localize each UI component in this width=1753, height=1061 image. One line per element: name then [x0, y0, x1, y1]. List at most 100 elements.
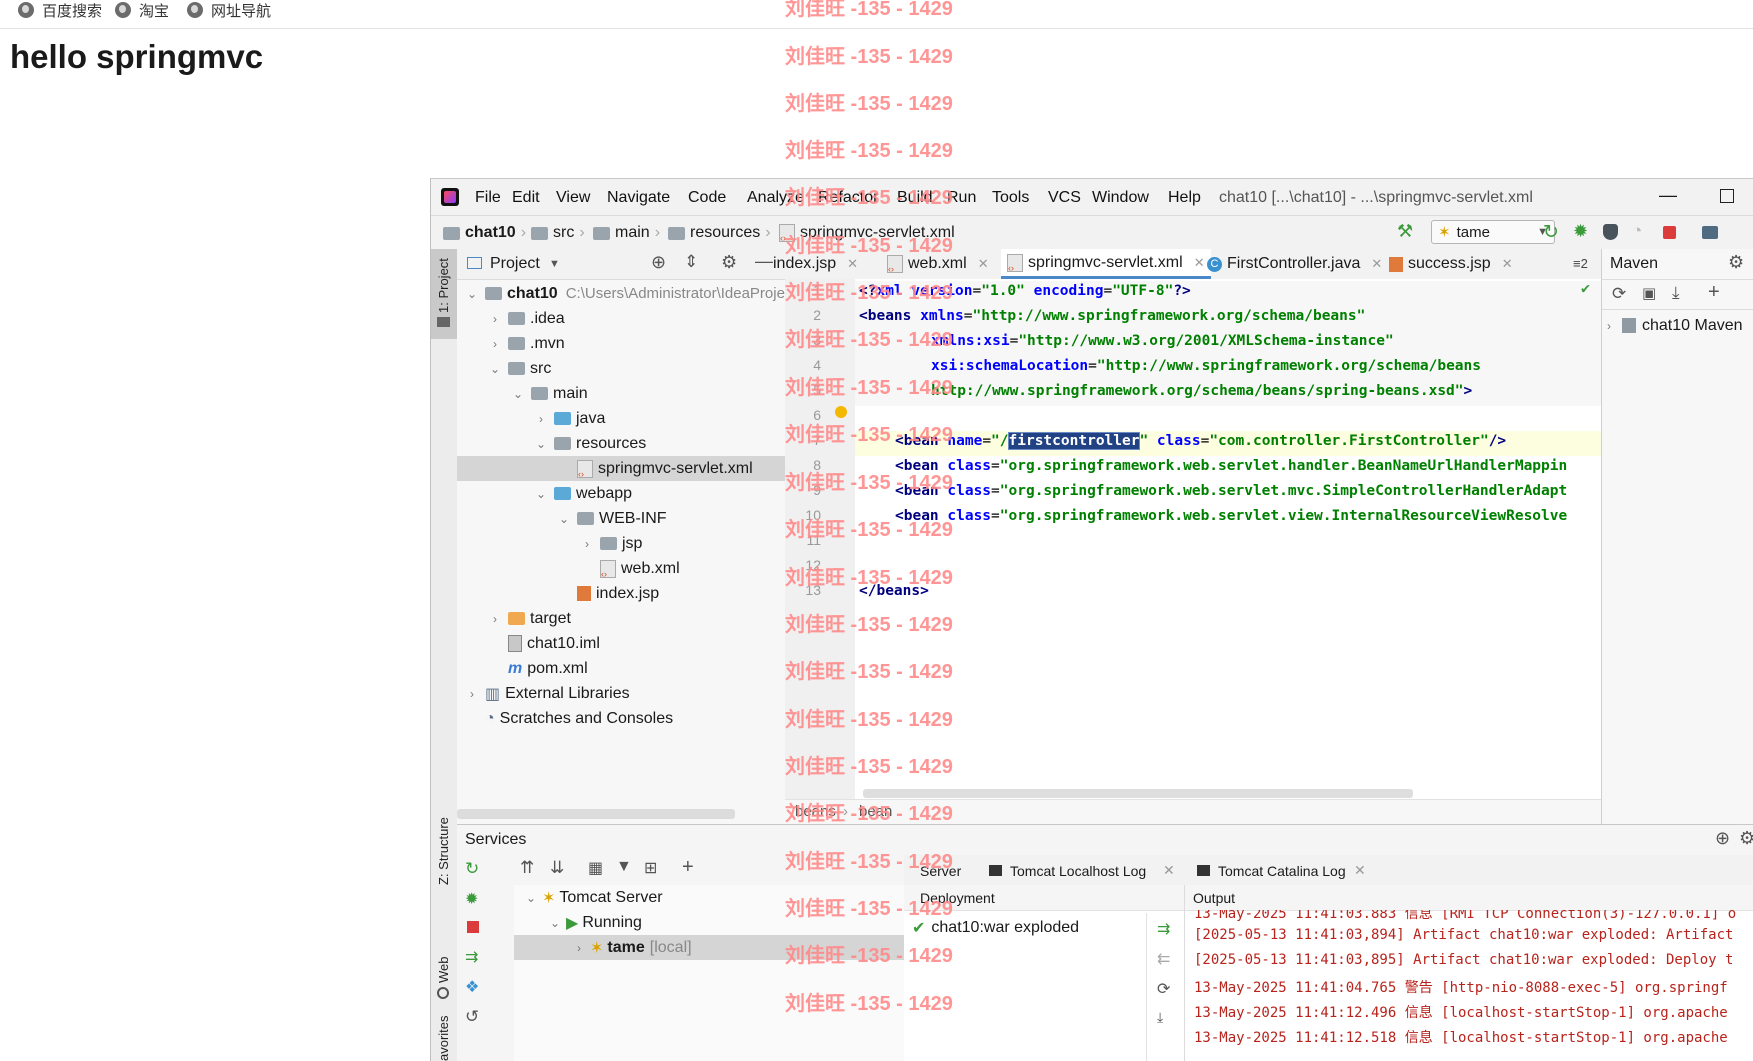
menu-help[interactable]: Help — [1168, 189, 1201, 207]
breadcrumb-main[interactable]: main › — [593, 224, 660, 242]
close-icon[interactable]: ✕ — [1502, 256, 1513, 272]
output-log[interactable]: 13-May-2025 11:41:03.883 信息 [RMI TCP Con… — [904, 910, 1753, 1061]
tree-item[interactable]: m pom.xml — [457, 656, 785, 681]
menu-view[interactable]: View — [556, 189, 590, 207]
tree-item[interactable]: ⌄ main — [457, 381, 785, 406]
add-icon[interactable]: + — [682, 856, 694, 879]
chevron-down-icon[interactable]: ⌄ — [488, 362, 502, 376]
artifact-icon[interactable]: ❖ — [465, 977, 481, 996]
tab-localhost-log[interactable]: Tomcat Localhost Log — [1010, 863, 1146, 879]
coverage-icon[interactable] — [1603, 224, 1618, 240]
chevron-right-icon[interactable]: › — [488, 337, 502, 351]
tab-firstcontroller-java[interactable]: C FirstController.java ✕ — [1201, 249, 1388, 279]
code-editor[interactable]: <?xml version="1.0" encoding="UTF-8"?> <… — [855, 279, 1601, 824]
menu-navigate[interactable]: Navigate — [607, 189, 670, 207]
debug-icon[interactable]: ✹ — [1573, 221, 1591, 241]
tree-item[interactable]: ⌄ WEB-INF — [457, 506, 785, 531]
chevron-down-icon[interactable]: ⌄ — [557, 512, 571, 526]
tree-item[interactable]: springmvc-servlet.xml — [457, 456, 785, 481]
tree-item[interactable]: › ▥ External Libraries — [457, 681, 785, 706]
menu-file[interactable]: File — [475, 189, 501, 207]
tree-item[interactable]: ⌄ webapp — [457, 481, 785, 506]
chevron-right-icon[interactable]: › — [465, 687, 479, 701]
collapse-all-icon[interactable]: ⇕ — [684, 252, 698, 272]
chevron-down-icon[interactable]: ⌄ — [534, 437, 548, 451]
bookmark-item[interactable]: 淘宝 — [115, 0, 169, 20]
menu-window[interactable]: Window — [1092, 189, 1149, 207]
group-icon[interactable]: ▦ — [588, 858, 603, 878]
tab-springmvc-servlet-xml[interactable]: springmvc-servlet.xml ✕ — [1001, 249, 1211, 279]
bookmark-item[interactable]: 网址导航 — [187, 0, 271, 20]
chevron-down-icon[interactable]: ⌄ — [465, 287, 479, 301]
tree-item[interactable]: › jsp — [457, 531, 785, 556]
structure-tool-label[interactable]: Z: Structure — [436, 817, 451, 885]
gear-icon[interactable]: ⚙ — [1728, 252, 1744, 273]
locate-icon[interactable]: ⊕ — [651, 252, 666, 273]
tab-success-jsp[interactable]: success.jsp ✕ — [1383, 249, 1519, 279]
tab-overflow-button[interactable]: ≡2 — [1573, 256, 1588, 271]
add-icon[interactable]: + — [1708, 281, 1720, 304]
chevron-down-icon[interactable]: ⌄ — [511, 387, 525, 401]
tree-item[interactable]: index.jsp — [457, 581, 785, 606]
tree-item[interactable]: › .mvn — [457, 331, 785, 356]
download-icon[interactable]: ⤓ — [1672, 283, 1680, 303]
gear-icon[interactable]: ⚙ — [1739, 828, 1753, 849]
profiler-icon[interactable]: ◔ — [1632, 221, 1650, 240]
horizontal-scrollbar[interactable] — [457, 809, 735, 819]
new-tab-icon[interactable]: ⊞ — [644, 858, 657, 878]
chevron-right-icon[interactable]: › — [488, 612, 502, 626]
menu-code[interactable]: Code — [688, 189, 726, 207]
close-icon[interactable]: ✕ — [1163, 862, 1175, 879]
menu-vcs[interactable]: VCS — [1048, 189, 1081, 207]
debug-icon[interactable]: ✹ — [465, 889, 481, 908]
tree-item[interactable]: web.xml — [457, 556, 785, 581]
tree-item[interactable]: ◔ Scratches and Consoles — [457, 706, 785, 731]
chevron-right-icon[interactable]: › — [580, 537, 594, 551]
menu-tools[interactable]: Tools — [992, 189, 1029, 207]
gear-icon[interactable]: ⚙ — [721, 252, 737, 273]
tree-item[interactable]: ⌄ src — [457, 356, 785, 381]
chevron-down-icon[interactable]: ▼ — [549, 258, 560, 270]
tree-item[interactable]: ⌄ resources — [457, 431, 785, 456]
maximize-icon[interactable] — [1720, 189, 1734, 203]
chevron-right-icon[interactable]: › — [534, 412, 548, 426]
run-config-select[interactable]: ✶ tame ▼ — [1431, 220, 1555, 244]
minimize-icon[interactable]: — — [1659, 185, 1677, 206]
project-panel-title[interactable]: Project — [490, 255, 540, 273]
close-icon[interactable]: ✕ — [1354, 862, 1366, 879]
close-icon[interactable]: ✕ — [978, 256, 989, 272]
close-icon[interactable]: ✕ — [847, 256, 858, 272]
stop-icon[interactable] — [1663, 226, 1676, 239]
lightbulb-icon[interactable] — [835, 406, 847, 418]
collapse-all-icon[interactable]: ⇊ — [550, 858, 564, 878]
maven-project-item[interactable]: › chat10 Maven — [1602, 313, 1753, 338]
stop-icon[interactable] — [467, 921, 479, 933]
favorites-tool-label[interactable]: avorites — [436, 1015, 451, 1061]
deploy-icon[interactable]: ⇉ — [465, 947, 481, 966]
menu-edit[interactable]: Edit — [512, 189, 540, 207]
project-structure-icon[interactable] — [1702, 226, 1718, 239]
tree-item[interactable]: ⌄ chat10 C:\Users\Administrator\IdeaProje — [457, 281, 785, 306]
tree-item[interactable]: › target — [457, 606, 785, 631]
rerun-icon[interactable]: ↻ — [465, 859, 481, 878]
rerun-icon[interactable]: ↻ — [1543, 221, 1561, 243]
generate-sources-icon[interactable]: ▣ — [1642, 284, 1656, 302]
hammer-build-icon[interactable]: ⚒ — [1397, 221, 1415, 241]
reload-icon[interactable]: ⟳ — [1612, 284, 1626, 304]
close-icon[interactable]: ✕ — [1371, 256, 1382, 272]
chevron-down-icon[interactable]: ⌄ — [534, 487, 548, 501]
filter-icon[interactable]: ▼ — [616, 858, 632, 876]
refresh-icon[interactable]: ↺ — [465, 1007, 481, 1026]
project-tool-label[interactable]: 1: Project — [436, 258, 451, 313]
breadcrumb-chat10[interactable]: chat10 › — [443, 224, 526, 242]
expand-all-icon[interactable]: ⇈ — [520, 858, 534, 878]
chevron-right-icon[interactable]: › — [488, 312, 502, 326]
breadcrumb-resources[interactable]: resources › — [668, 224, 771, 242]
bookmark-item[interactable]: 百度搜索 — [18, 0, 102, 20]
tree-item[interactable]: chat10.iml — [457, 631, 785, 656]
tree-item[interactable]: › java — [457, 406, 785, 431]
tree-item[interactable]: › .idea — [457, 306, 785, 331]
tab-catalina-log[interactable]: Tomcat Catalina Log — [1218, 863, 1346, 879]
locate-icon[interactable]: ⊕ — [1715, 828, 1730, 849]
web-tool-label[interactable]: Web — [436, 957, 451, 984]
